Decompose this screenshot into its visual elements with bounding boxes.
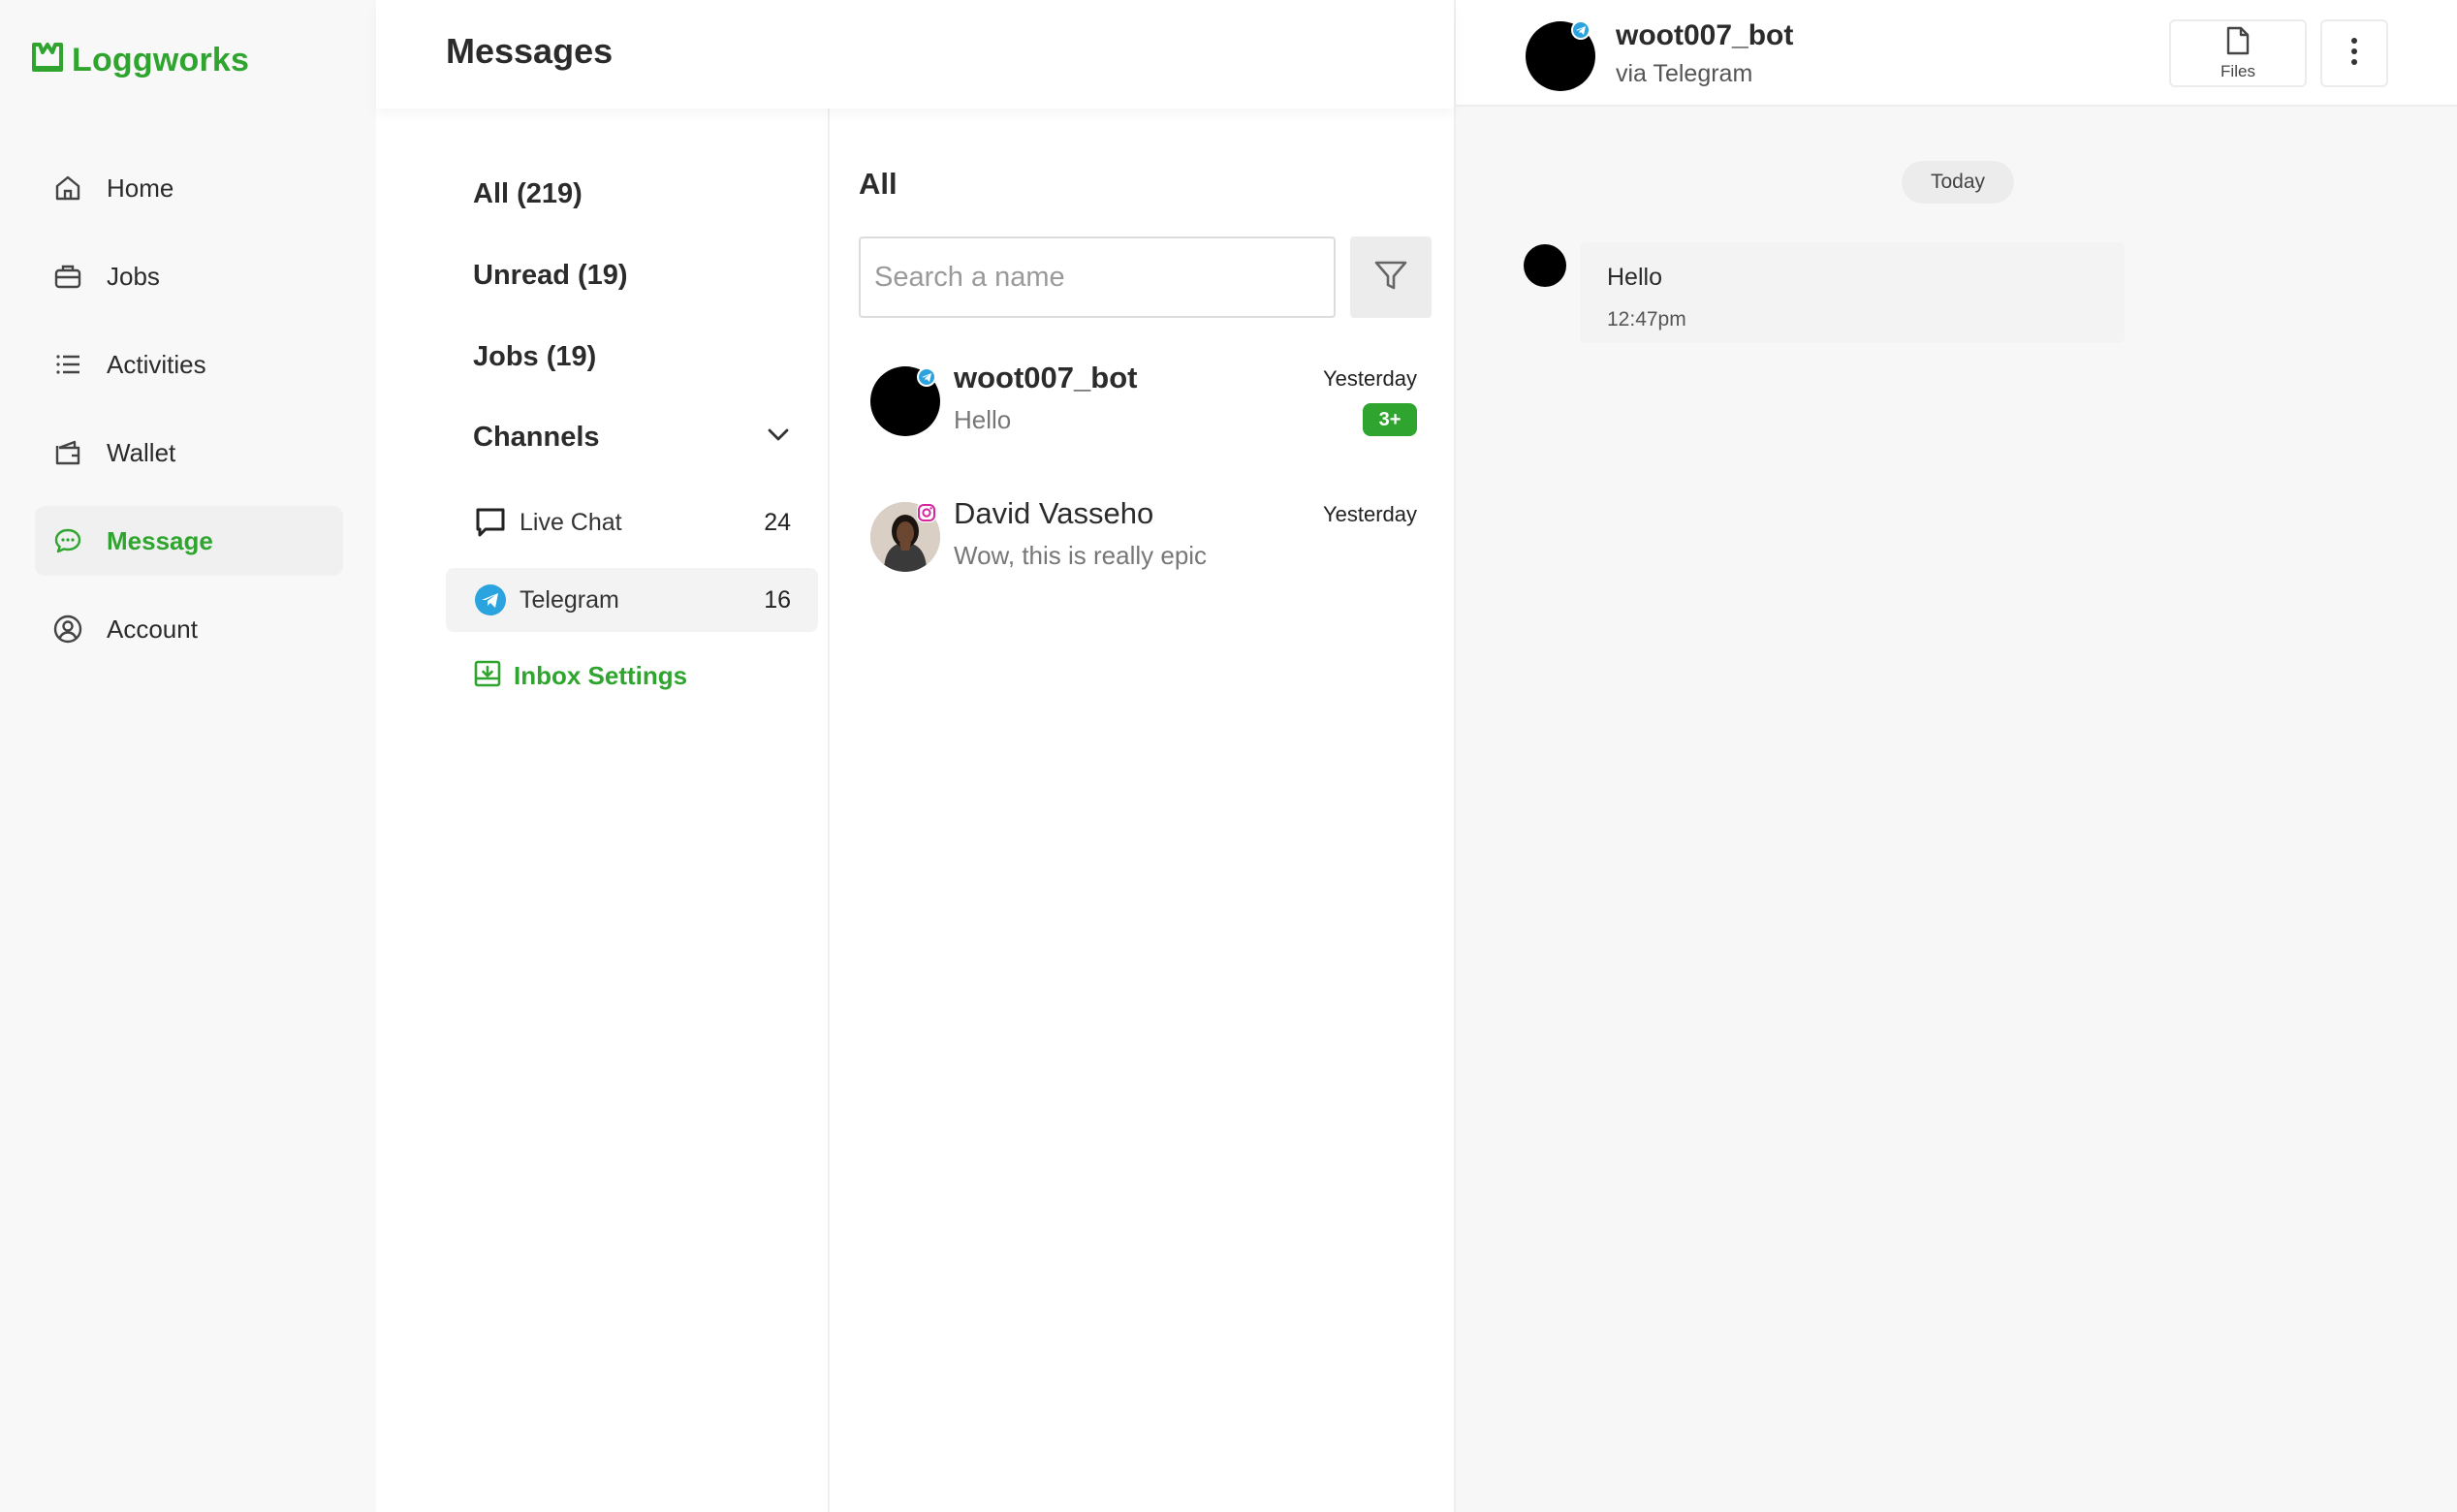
- telegram-icon: [916, 366, 937, 388]
- sidebar-item-label: Jobs: [107, 261, 160, 291]
- sidebar-item-jobs[interactable]: Jobs: [35, 241, 343, 311]
- sidebar-item-account[interactable]: Account: [35, 594, 343, 664]
- channel-telegram[interactable]: Telegram 16: [446, 568, 818, 632]
- sidebar-item-message[interactable]: Message: [35, 506, 343, 576]
- sidebar-item-label: Account: [107, 614, 198, 644]
- inbox-download-icon: [473, 659, 502, 693]
- message-icon: [50, 523, 85, 558]
- channels-toggle[interactable]: Channels: [473, 421, 793, 455]
- channel-name: Live Chat: [520, 508, 622, 536]
- conversation-name: David Vasseho: [954, 496, 1154, 530]
- conversation-item-david-vasseho[interactable]: David Vasseho Wow, this is really epic Y…: [830, 485, 1456, 611]
- kebab-menu-icon: [2349, 36, 2359, 72]
- channel-count: 16: [764, 585, 791, 614]
- filter-all[interactable]: All (219): [473, 178, 583, 210]
- list-icon: [50, 347, 85, 382]
- logo-icon: [31, 41, 64, 80]
- page-title: Messages: [446, 31, 614, 71]
- search-input[interactable]: [859, 236, 1336, 318]
- conversation-item-woot007-bot[interactable]: woot007_bot Hello Yesterday 3+: [830, 349, 1456, 475]
- conversation-time: Yesterday: [1322, 366, 1417, 391]
- sidebar-item-label: Message: [107, 525, 213, 555]
- sidebar-item-label: Activities: [107, 349, 206, 379]
- sidebar: Loggworks Home Jobs Activities Wallet Me…: [0, 0, 376, 1512]
- telegram-icon: [1570, 19, 1591, 41]
- files-label: Files: [2221, 61, 2255, 80]
- conversation-time: Yesterday: [1322, 502, 1417, 526]
- avatar: [1524, 244, 1566, 287]
- filter-jobs[interactable]: Jobs (19): [473, 341, 596, 373]
- sidebar-nav: Home Jobs Activities Wallet Message Acco…: [35, 153, 343, 682]
- sidebar-item-activities[interactable]: Activities: [35, 330, 343, 399]
- conversation-name: woot007_bot: [954, 361, 1138, 394]
- filters-panel: All (219) Unread (19) Jobs (19) Channels…: [376, 0, 830, 1512]
- message-time: 12:47pm: [1607, 308, 1686, 331]
- telegram-icon: [473, 583, 508, 617]
- logo-text: Loggworks: [72, 41, 250, 79]
- files-button[interactable]: Files: [2169, 19, 2307, 87]
- wallet-icon: [50, 435, 85, 470]
- filter-unread[interactable]: Unread (19): [473, 260, 628, 292]
- chevron-down-icon: [764, 421, 793, 455]
- sidebar-item-wallet[interactable]: Wallet: [35, 418, 343, 488]
- filter-button[interactable]: [1350, 236, 1432, 318]
- logo[interactable]: Loggworks: [31, 39, 249, 81]
- user-circle-icon: [50, 612, 85, 646]
- more-options-button[interactable]: [2320, 19, 2388, 87]
- inbox-settings-link[interactable]: Inbox Settings: [473, 659, 687, 693]
- unread-badge: 3+: [1363, 403, 1417, 436]
- funnel-icon: [1371, 256, 1410, 299]
- channel-count: 24: [764, 508, 791, 536]
- channel-live-chat[interactable]: Live Chat 24: [446, 490, 818, 554]
- date-divider: Today: [1902, 161, 2014, 204]
- briefcase-icon: [50, 259, 85, 294]
- conversation-preview: Hello: [954, 405, 1012, 434]
- inbox-settings-label: Inbox Settings: [514, 661, 688, 690]
- messages-header: Messages: [376, 0, 1454, 109]
- channels-label: Channels: [473, 422, 600, 453]
- channel-name: Telegram: [520, 585, 619, 614]
- app-root: Loggworks Home Jobs Activities Wallet Me…: [0, 0, 2457, 1512]
- conversation-list-title: All: [859, 167, 898, 201]
- chat-channel-label: via Telegram: [1616, 60, 1753, 87]
- conversation-preview: Wow, this is really epic: [954, 541, 1208, 570]
- chat-header: woot007_bot via Telegram Files: [1456, 0, 2457, 107]
- chat-panel: woot007_bot via Telegram Files Today Hel…: [1456, 0, 2457, 1512]
- home-icon: [50, 171, 85, 205]
- sidebar-item-home[interactable]: Home: [35, 153, 343, 223]
- conversation-list: All woot007_bot Hello Yesterday 3+: [830, 0, 1456, 1512]
- instagram-icon: [916, 502, 937, 523]
- file-icon: [2225, 26, 2251, 60]
- sidebar-item-label: Home: [107, 173, 174, 203]
- message-text: Hello: [1607, 264, 1662, 291]
- sidebar-item-label: Wallet: [107, 437, 176, 467]
- message-bubble[interactable]: Hello 12:47pm: [1580, 242, 2125, 343]
- live-chat-icon: [473, 505, 508, 540]
- chat-contact-name: woot007_bot: [1616, 19, 1794, 51]
